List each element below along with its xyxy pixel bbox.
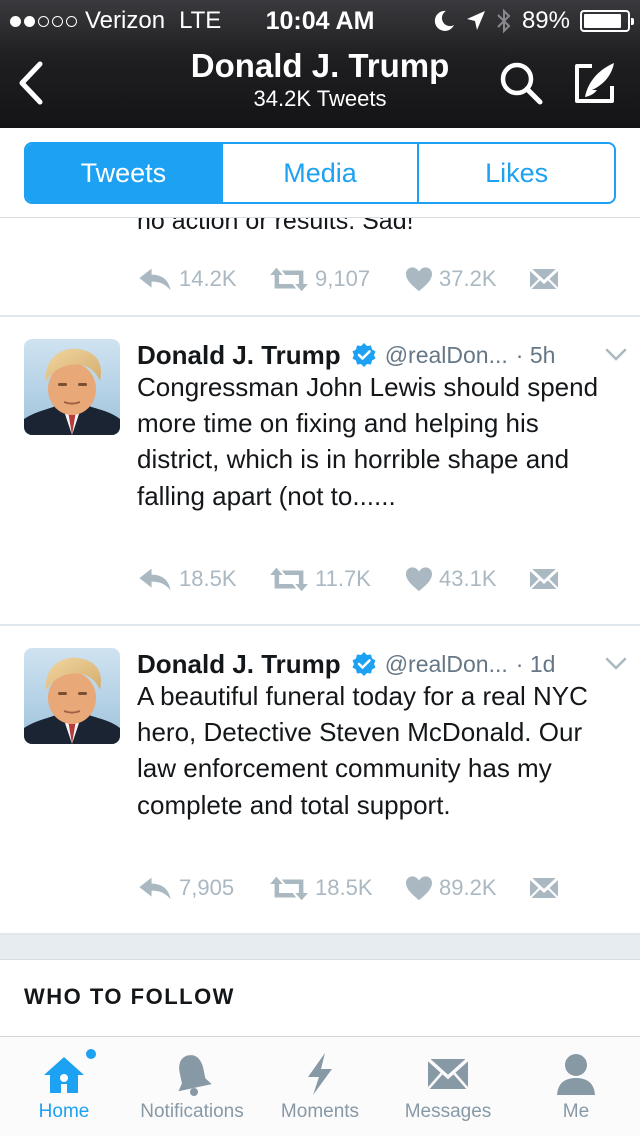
tab-label: Messages <box>404 1101 492 1122</box>
battery-percent: 89% <box>521 7 570 34</box>
author-handle[interactable]: @realDon... <box>385 342 508 369</box>
reply-button[interactable]: 18.5K <box>137 566 269 592</box>
compose-tweet-button[interactable] <box>572 60 618 106</box>
tab-likes[interactable]: Likes <box>417 144 614 202</box>
tweet-text: no action or results. Sad! <box>137 218 414 235</box>
tab-tweets[interactable]: Tweets <box>26 144 221 202</box>
avatar[interactable] <box>24 648 120 744</box>
lightning-icon <box>308 1053 332 1095</box>
reply-icon <box>137 566 173 592</box>
like-count: 89.2K <box>439 875 497 900</box>
tweet-timestamp: · 1d <box>515 650 556 677</box>
direct-message-button[interactable] <box>529 876 559 900</box>
tweet-actions: 14.2K 9,107 37.2K <box>137 262 567 296</box>
tab-label: Home <box>38 1101 90 1122</box>
reply-icon <box>137 875 173 901</box>
page-title: Donald J. Trump <box>190 47 450 84</box>
tweet-text: A beautiful funeral today for a real NYC… <box>137 681 588 820</box>
retweet-count: 18.5K <box>315 875 373 900</box>
battery-level <box>584 14 622 28</box>
new-content-dot <box>86 1049 96 1059</box>
tweet[interactable]: Donald J. Trump @realDon... · 1d A beaut… <box>0 626 640 934</box>
reply-button[interactable]: 14.2K <box>137 266 269 292</box>
location-arrow-icon <box>466 11 485 30</box>
bell-icon <box>178 1055 212 1096</box>
tab-media[interactable]: Media <box>220 144 418 202</box>
bluetooth-icon <box>497 8 511 34</box>
retweet-button[interactable]: 18.5K <box>269 875 405 902</box>
profile-tabs-bar: Tweets Media Likes <box>0 128 640 218</box>
chevron-down-icon[interactable] <box>605 654 627 674</box>
author-name[interactable]: Donald J. Trump <box>137 649 341 680</box>
tab-label: Moments <box>280 1101 360 1122</box>
header-title-block: Donald J. Trump 34.2K Tweets <box>0 46 640 112</box>
person-icon <box>557 1054 595 1095</box>
status-right: 89% <box>432 7 634 35</box>
reply-icon <box>137 266 173 292</box>
tweet-actions: 18.5K 11.7K 43.1K <box>137 562 567 596</box>
reply-count: 18.5K <box>179 566 237 591</box>
battery-icon <box>580 10 634 32</box>
tab-moments[interactable]: Moments <box>256 1037 384 1136</box>
envelope-icon <box>529 876 559 900</box>
retweet-button[interactable]: 9,107 <box>269 266 405 293</box>
status-bar: Verizon LTE 10:04 AM 89% <box>0 0 640 40</box>
retweet-count: 9,107 <box>315 266 371 291</box>
retweet-count: 11.7K <box>315 566 371 591</box>
tab-messages[interactable]: Messages <box>384 1037 512 1136</box>
author-handle[interactable]: @realDon... <box>385 651 508 678</box>
reply-button[interactable]: 7,905 <box>137 875 269 901</box>
envelope-icon <box>529 267 559 291</box>
verified-badge-icon <box>351 342 377 368</box>
tab-home[interactable]: Home <box>0 1037 128 1136</box>
like-count: 43.1K <box>439 566 497 591</box>
tweet-actions: 7,905 18.5K 89.2K <box>137 871 567 905</box>
reply-count: 7,905 <box>179 875 235 900</box>
bottom-tab-bar: Home Notifications Moments Messages Me <box>0 1036 640 1136</box>
partial-tweet[interactable]: no action or results. Sad! 14.2K 9,107 3… <box>0 218 640 316</box>
retweet-icon <box>269 875 309 902</box>
section-divider <box>0 935 640 959</box>
who-to-follow-section: WHO TO FOLLOW <box>0 959 640 1036</box>
tab-notifications[interactable]: Notifications <box>128 1037 256 1136</box>
tab-label: Me <box>562 1101 590 1122</box>
heart-icon <box>405 875 433 901</box>
author-name[interactable]: Donald J. Trump <box>137 340 341 371</box>
tab-label: Notifications <box>140 1101 244 1122</box>
profile-header: Verizon LTE 10:04 AM 89% Donald J. Trump… <box>0 0 640 128</box>
search-button[interactable] <box>498 60 544 106</box>
verified-badge-icon <box>351 651 377 677</box>
tweet-timeline[interactable]: no action or results. Sad! 14.2K 9,107 3… <box>0 218 640 1036</box>
home-icon <box>44 1057 84 1093</box>
tweet-timestamp: · 5h <box>515 341 556 368</box>
moon-icon <box>434 10 454 31</box>
like-count: 37.2K <box>439 266 497 291</box>
heart-icon <box>405 266 433 292</box>
envelope-icon <box>529 567 559 591</box>
tweet-text: Congressman John Lewis should spend more… <box>137 372 599 511</box>
avatar[interactable] <box>24 339 120 435</box>
profile-segmented-control: Tweets Media Likes <box>24 142 616 204</box>
heart-icon <box>405 566 433 592</box>
direct-message-button[interactable] <box>529 267 559 291</box>
tweet-header: Donald J. Trump @realDon... · 1d <box>137 646 627 682</box>
tweet-count: 34.2K Tweets <box>253 86 387 111</box>
like-button[interactable]: 43.1K <box>405 566 529 592</box>
like-button[interactable]: 89.2K <box>405 875 529 901</box>
envelope-icon <box>426 1057 470 1090</box>
retweet-icon <box>269 566 309 593</box>
retweet-button[interactable]: 11.7K <box>269 566 405 593</box>
tweet[interactable]: Donald J. Trump @realDon... · 5h Congres… <box>0 317 640 625</box>
tab-me[interactable]: Me <box>512 1037 640 1136</box>
chevron-down-icon[interactable] <box>605 345 627 365</box>
direct-message-button[interactable] <box>529 567 559 591</box>
reply-count: 14.2K <box>179 266 237 291</box>
like-button[interactable]: 37.2K <box>405 266 529 292</box>
tweet-header: Donald J. Trump @realDon... · 5h <box>137 337 627 373</box>
section-title: WHO TO FOLLOW <box>24 984 235 1009</box>
retweet-icon <box>269 266 309 293</box>
